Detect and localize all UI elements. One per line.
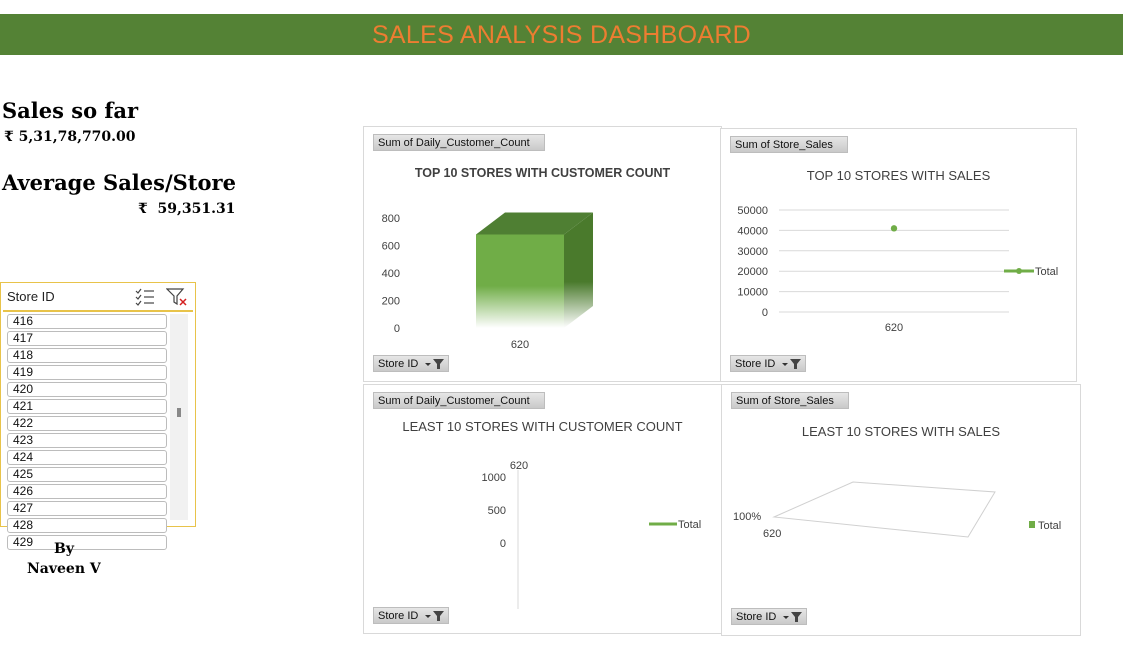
y-tick-label: 40000 [737, 225, 768, 237]
y-tick-label: 800 [382, 213, 400, 225]
field-button[interactable]: Sum of Store_Sales [730, 136, 848, 153]
chart-title: TOP 10 STORES WITH CUSTOMER COUNT [414, 166, 671, 180]
chart-plot: 100%620 Total [733, 481, 1061, 540]
slicer-item[interactable]: 423 [7, 433, 167, 448]
y-tick-label: 200 [382, 296, 400, 308]
x-tick-label: 620 [510, 460, 528, 472]
y-tick-label: 1000 [482, 472, 506, 484]
y-tick-label: 500 [488, 505, 506, 517]
byline-by: By [54, 541, 74, 557]
dashboard-title: SALES ANALYSIS DASHBOARD [371, 21, 752, 49]
slicer-title: Store ID [7, 289, 55, 304]
chart-least10-customer-count[interactable]: Sum of Daily_Customer_Count LEAST 10 STO… [363, 384, 722, 634]
slicer-item[interactable]: 419 [7, 365, 167, 380]
chart-least10-sales[interactable]: Sum of Store_Sales LEAST 10 STORES WITH … [721, 384, 1081, 636]
y-tick-label: 100% [733, 511, 761, 523]
sales-so-far-value: ₹ 5,31,78,770.00 [4, 129, 136, 145]
store-id-slicer[interactable]: Store ID 416 417 418 419 420 421 422 423… [0, 282, 196, 550]
slicer-item[interactable]: 416 [7, 314, 167, 329]
legend-swatch [1029, 521, 1035, 528]
slicer-item[interactable]: 421 [7, 399, 167, 414]
y-tick-label: 10000 [737, 287, 768, 299]
field-button[interactable]: Sum of Store_Sales [731, 392, 849, 409]
data-point [890, 225, 898, 232]
slicer-item[interactable]: 428 [7, 518, 167, 533]
y-tick-label: 20000 [737, 266, 768, 278]
dropdown-filter-icon [425, 611, 445, 621]
y-tick-label: 0 [394, 323, 400, 335]
store-id-filter-button[interactable]: Store ID [730, 355, 807, 372]
dropdown-filter-icon [782, 359, 802, 369]
y-tick-label: 30000 [737, 246, 768, 258]
slicer-item[interactable]: 422 [7, 416, 167, 431]
chart-title: LEAST 10 STORES WITH CUSTOMER COUNT [402, 419, 683, 434]
slicer-item[interactable]: 417 [7, 331, 167, 346]
chart-plot: 0 200 400 600 800 620 [382, 212, 593, 351]
chart-title: TOP 10 STORES WITH SALES [806, 168, 991, 183]
clear-filter-icon[interactable] [166, 287, 188, 307]
slicer-item[interactable]: 426 [7, 484, 167, 499]
average-sales-label: Average Sales/Store [2, 170, 236, 195]
slicer-scroll-thumb[interactable] [177, 408, 181, 417]
store-id-filter-button[interactable]: Store ID [731, 608, 808, 625]
store-id-filter-button[interactable]: Store ID [373, 355, 450, 372]
filter-button-label: Store ID [378, 358, 419, 370]
slicer-item-list: 416 417 418 419 420 421 422 423 424 425 … [7, 314, 167, 552]
byline-author: Naveen V [27, 561, 101, 577]
y-tick-label: 400 [382, 268, 400, 280]
area-plane [772, 481, 996, 538]
field-button[interactable]: Sum of Daily_Customer_Count [373, 392, 545, 409]
x-tick-label: 620 [763, 528, 781, 540]
chart-top10-sales[interactable]: Sum of Store_Sales TOP 10 STORES WITH SA… [720, 128, 1077, 382]
y-tick-label: 50000 [737, 205, 768, 217]
filter-button-label: Store ID [736, 611, 777, 623]
slicer-item[interactable]: 429 [7, 535, 167, 550]
legend-label: Total [1035, 266, 1058, 278]
x-tick-label: 620 [511, 339, 529, 351]
legend-label: Total [678, 519, 701, 531]
multi-select-icon[interactable] [134, 287, 156, 307]
dropdown-filter-icon [425, 359, 445, 369]
slicer-item[interactable]: 424 [7, 450, 167, 465]
field-button[interactable]: Sum of Daily_Customer_Count [373, 134, 545, 151]
chart-plot: 0 10000 20000 30000 40000 50000 620 Total [737, 205, 1058, 334]
slicer-item[interactable]: 420 [7, 382, 167, 397]
header-banner: SALES ANALYSIS DASHBOARD [0, 14, 1123, 55]
filter-button-label: Store ID [378, 610, 419, 622]
y-tick-label: 0 [762, 307, 768, 319]
slicer-item[interactable]: 425 [7, 467, 167, 482]
dropdown-filter-icon [783, 612, 803, 622]
slicer-item[interactable]: 427 [7, 501, 167, 516]
chart-top10-customer-count[interactable]: Sum of Daily_Customer_Count TOP 10 STORE… [363, 126, 722, 382]
y-tick-label: 0 [500, 538, 506, 550]
bar [476, 234, 564, 328]
slicer-scrollbar[interactable] [170, 314, 188, 520]
x-tick-label: 620 [885, 322, 903, 334]
average-sales-value: ₹ 59,351.31 [138, 201, 236, 217]
slicer-separator [3, 310, 193, 312]
store-id-filter-button[interactable]: Store ID [373, 607, 450, 624]
filter-button-label: Store ID [735, 358, 776, 370]
chart-plot: 0 500 1000 620 Total [482, 460, 701, 609]
y-tick-label: 600 [382, 241, 400, 253]
chart-title: LEAST 10 STORES WITH SALES [801, 424, 1001, 439]
slicer-item[interactable]: 418 [7, 348, 167, 363]
legend-label: Total [1038, 520, 1061, 532]
legend-marker [1016, 268, 1022, 274]
sales-so-far-label: Sales so far [2, 98, 139, 123]
